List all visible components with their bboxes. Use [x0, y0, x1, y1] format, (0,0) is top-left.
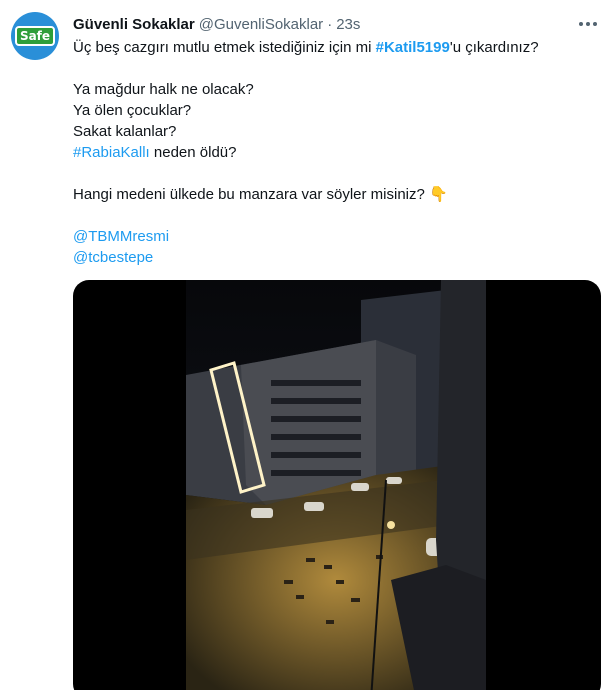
hashtag-katil5199[interactable]: #Katil5199: [376, 39, 450, 56]
text-segment: neden öldü?: [149, 144, 237, 161]
author-name[interactable]: Güvenli Sokaklar: [73, 16, 195, 33]
mention-tcbestepe[interactable]: @tcbestepe: [73, 249, 153, 266]
tweet-line-5: #RabiaKallı neden öldü?: [73, 142, 603, 163]
author-handle[interactable]: @GuvenliSokaklar: [199, 16, 323, 33]
night-street-video-frame: [186, 280, 486, 690]
ellipsis-icon: [579, 22, 597, 26]
tweet-line-6: Hangi medeni ülkede bu manzara var söyle…: [73, 184, 603, 205]
tweet-line-3: Ya ölen çocuklar?: [73, 102, 192, 119]
tweet-line-2: Ya mağdur halk ne olacak?: [73, 81, 254, 98]
tweet-line-1: Üç beş cazgırı mutlu etmek istediğiniz i…: [73, 37, 603, 58]
text-segment: Üç beş cazgırı mutlu etmek istediğiniz i…: [73, 39, 376, 56]
tweet-time[interactable]: 23s: [336, 16, 360, 33]
author-avatar[interactable]: Safe: [11, 12, 59, 60]
tweet-text: Üç beş cazgırı mutlu etmek istediğiniz i…: [73, 37, 603, 268]
tweet-media-video[interactable]: [73, 280, 601, 690]
text-segment: 'u çıkardınız?: [449, 39, 539, 56]
safe-sign-logo: Safe: [15, 26, 55, 46]
pointing-down-emoji-icon: 👇: [429, 186, 448, 203]
hashtag-rabiakalli[interactable]: #RabiaKallı: [73, 144, 150, 161]
tweet[interactable]: Safe Güvenli Sokaklar @GuvenliSokaklar ·…: [0, 0, 614, 690]
mention-tbmmresmi[interactable]: @TBMMresmi: [73, 228, 169, 245]
tweet-line-4: Sakat kalanlar?: [73, 123, 177, 140]
text-segment: Hangi medeni ülkede bu manzara var söyle…: [73, 186, 425, 203]
tweet-header: Güvenli Sokaklar @GuvenliSokaklar · 23s: [73, 14, 360, 34]
separator-dot: ·: [327, 15, 333, 33]
more-options-icon[interactable]: [576, 12, 600, 36]
